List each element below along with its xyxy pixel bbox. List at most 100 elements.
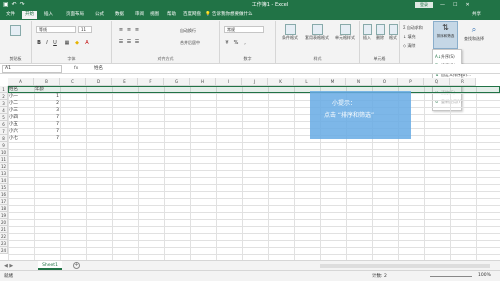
underline-icon[interactable]: U bbox=[52, 40, 58, 46]
table-cell[interactable]: 小六 bbox=[8, 128, 34, 135]
tab-review[interactable]: 审阅 bbox=[135, 11, 144, 19]
align-bottom-icon[interactable]: ≡ bbox=[134, 27, 140, 33]
undo-icon[interactable]: ↶ bbox=[12, 1, 17, 9]
row-header[interactable]: 1 bbox=[0, 86, 8, 93]
percent-icon[interactable]: % bbox=[233, 40, 239, 46]
format-as-table-button[interactable]: 套用表格格式 bbox=[304, 24, 330, 41]
row-header[interactable]: 21 bbox=[0, 226, 8, 233]
row-header[interactable]: 24 bbox=[0, 247, 8, 254]
currency-icon[interactable]: ¥ bbox=[224, 40, 230, 46]
row-header[interactable]: 19 bbox=[0, 212, 8, 219]
column-header[interactable]: M bbox=[320, 78, 346, 86]
tab-view[interactable]: 视图 bbox=[150, 11, 159, 19]
zoom-slider[interactable] bbox=[430, 276, 472, 277]
column-header[interactable]: R bbox=[450, 78, 476, 86]
column-header[interactable]: G bbox=[164, 78, 190, 86]
font-name-select[interactable]: 等线 bbox=[36, 26, 76, 33]
table-cell[interactable]: 7 bbox=[34, 135, 60, 142]
plus-icon[interactable]: + bbox=[73, 262, 80, 269]
table-cell[interactable]: 小七 bbox=[8, 135, 34, 142]
column-header[interactable]: C bbox=[60, 78, 86, 86]
format-cells-button[interactable]: 格式 bbox=[387, 24, 399, 41]
row-header[interactable]: 9 bbox=[0, 142, 8, 149]
table-cell[interactable]: 姓名 bbox=[8, 86, 34, 93]
font-color-icon[interactable]: A bbox=[84, 40, 90, 46]
tab-baidu[interactable]: 百度网盘 bbox=[183, 11, 201, 19]
zoom-level[interactable]: 100% bbox=[478, 273, 491, 278]
sort-filter-button[interactable]: ⇅ 排序和筛选 bbox=[433, 21, 458, 49]
column-header[interactable]: A bbox=[8, 78, 34, 86]
tell-me-search[interactable]: 💡 告诉我你想要做什么 bbox=[205, 11, 253, 19]
column-header[interactable]: P bbox=[398, 78, 424, 86]
horizontal-scrollbar[interactable] bbox=[320, 264, 490, 268]
font-size-select[interactable]: 11 bbox=[78, 26, 92, 33]
table-cell[interactable]: 1 bbox=[34, 93, 60, 100]
column-header[interactable]: O bbox=[372, 78, 398, 86]
align-middle-icon[interactable]: ≡ bbox=[126, 27, 132, 33]
formula-input[interactable]: 姓名 bbox=[94, 65, 103, 73]
tab-page-layout[interactable]: 页面布局 bbox=[66, 11, 84, 19]
table-cell[interactable]: 3 bbox=[34, 107, 60, 114]
cell-styles-button[interactable]: 单元格样式 bbox=[332, 24, 358, 41]
fill-button[interactable]: ↓ 填充 bbox=[403, 34, 416, 40]
table-cell[interactable]: 7 bbox=[34, 121, 60, 128]
save-icon[interactable]: ▣ bbox=[3, 1, 9, 9]
menu-item-sort-ascending[interactable]: A↓升序(S) bbox=[435, 53, 462, 61]
table-cell[interactable]: 小四 bbox=[8, 114, 34, 121]
table-cell[interactable]: 小一 bbox=[8, 93, 34, 100]
find-select-button[interactable]: ⌕ 查找和选择 bbox=[462, 24, 486, 42]
redo-icon[interactable]: ↷ bbox=[20, 1, 25, 9]
row-header[interactable]: 15 bbox=[0, 184, 8, 191]
column-header[interactable]: K bbox=[268, 78, 294, 86]
column-header[interactable]: F bbox=[138, 78, 164, 86]
align-left-icon[interactable]: ☰ bbox=[118, 39, 124, 45]
row-header[interactable]: 7 bbox=[0, 128, 8, 135]
row-header[interactable]: 12 bbox=[0, 163, 8, 170]
number-format-select[interactable]: 常规 bbox=[224, 26, 264, 33]
column-header[interactable]: D bbox=[86, 78, 112, 86]
table-cell[interactable]: 7 bbox=[34, 128, 60, 135]
fx-icon[interactable]: fx bbox=[74, 65, 78, 73]
align-right-icon[interactable]: ☰ bbox=[134, 39, 140, 45]
row-header[interactable]: 22 bbox=[0, 233, 8, 240]
row-header[interactable]: 11 bbox=[0, 156, 8, 163]
align-top-icon[interactable]: ≡ bbox=[118, 27, 124, 33]
clear-button[interactable]: ◇ 清除 bbox=[403, 43, 415, 49]
tab-insert[interactable]: 插入 bbox=[44, 11, 53, 19]
close-icon[interactable]: ✕ bbox=[465, 1, 469, 9]
fill-color-icon[interactable]: ◆ bbox=[74, 40, 80, 46]
conditional-format-button[interactable]: 条件格式 bbox=[278, 24, 302, 41]
tab-data[interactable]: 数据 bbox=[115, 11, 124, 19]
row-header[interactable]: 23 bbox=[0, 240, 8, 247]
row-header[interactable]: 2 bbox=[0, 93, 8, 100]
share-button[interactable]: 共享 bbox=[472, 11, 481, 19]
row-header[interactable]: 14 bbox=[0, 177, 8, 184]
tab-file[interactable]: 文件 bbox=[6, 11, 15, 19]
delete-cells-button[interactable]: 删除 bbox=[374, 24, 386, 41]
table-cell[interactable]: 小五 bbox=[8, 121, 34, 128]
bold-icon[interactable]: B bbox=[36, 40, 42, 46]
row-header[interactable]: 16 bbox=[0, 191, 8, 198]
paste-button[interactable] bbox=[5, 25, 25, 36]
minimize-icon[interactable]: — bbox=[440, 1, 445, 9]
merge-center-button[interactable]: 合并后居中 bbox=[180, 40, 200, 46]
tab-formulas[interactable]: 公式 bbox=[95, 11, 104, 19]
column-header[interactable]: E bbox=[112, 78, 138, 86]
row-header[interactable]: 5 bbox=[0, 114, 8, 121]
table-cell[interactable]: 7 bbox=[34, 114, 60, 121]
tab-help[interactable]: 帮助 bbox=[167, 11, 176, 19]
row-header[interactable]: 17 bbox=[0, 198, 8, 205]
column-header[interactable]: J bbox=[242, 78, 268, 86]
row-header[interactable]: 20 bbox=[0, 219, 8, 226]
column-header[interactable]: I bbox=[216, 78, 242, 86]
row-header[interactable]: 18 bbox=[0, 205, 8, 212]
sheet-nav-icon[interactable]: ◀ ▶ bbox=[4, 263, 13, 269]
italic-icon[interactable]: I bbox=[44, 40, 50, 46]
row-header[interactable]: 6 bbox=[0, 121, 8, 128]
row-header[interactable]: 8 bbox=[0, 135, 8, 142]
comma-icon[interactable]: , bbox=[242, 40, 248, 46]
column-header[interactable]: L bbox=[294, 78, 320, 86]
align-center-icon[interactable]: ☰ bbox=[126, 39, 132, 45]
sheet-tab[interactable]: Sheet1 bbox=[38, 261, 62, 270]
maximize-icon[interactable]: ☐ bbox=[453, 1, 457, 9]
